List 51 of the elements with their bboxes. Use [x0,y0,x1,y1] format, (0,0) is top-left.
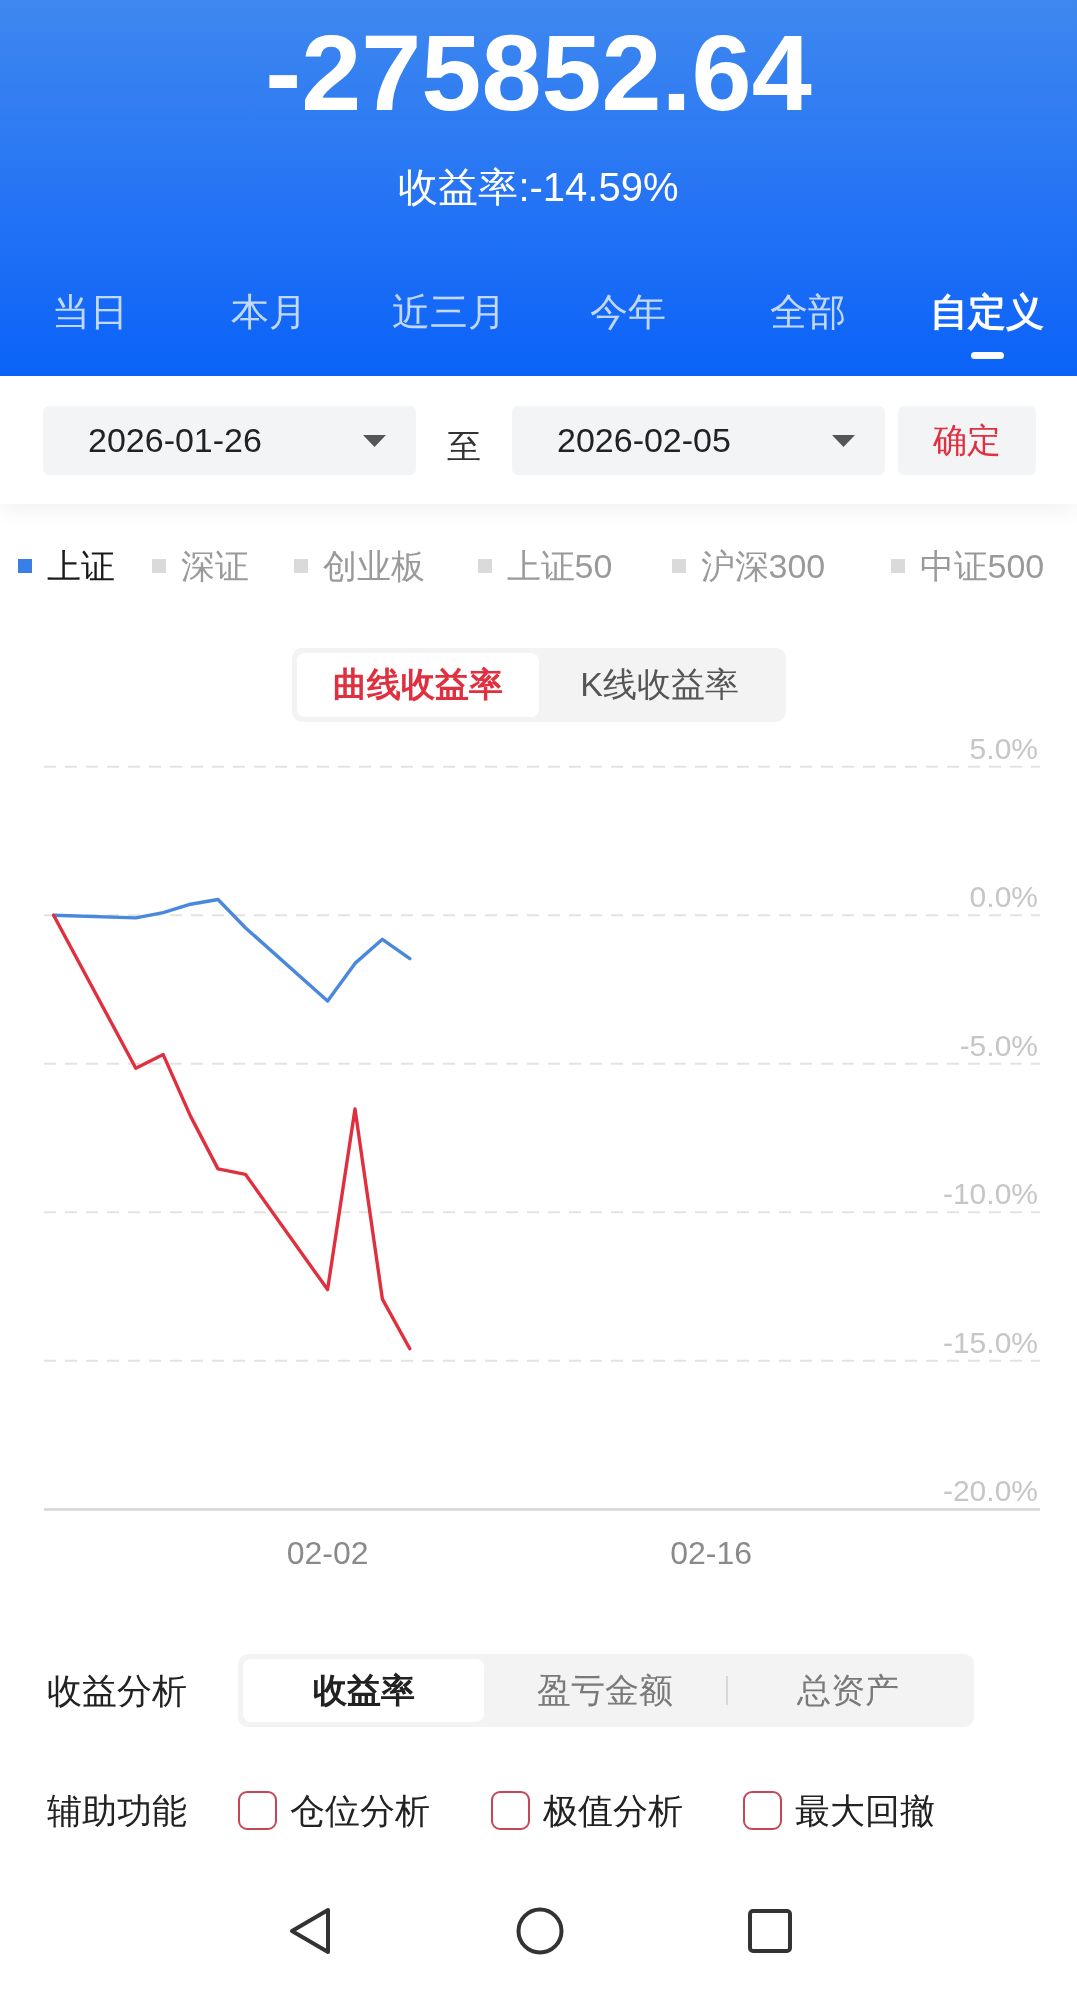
period-tab[interactable]: 全部 [718,276,898,366]
y-axis-label: -20.0% [942,1474,1038,1508]
index-option[interactable]: 中证500 [890,546,1045,586]
index-option[interactable]: 创业板 [293,546,425,586]
checkbox-label: 极值分析 [542,1791,683,1830]
date-dropdown[interactable]: 2026-02-05 [512,406,885,475]
y-axis-label: -10.0% [942,1177,1038,1211]
period-tab[interactable]: 今年 [538,276,718,366]
chart-mode-tab[interactable]: 曲线收益率 [296,653,539,717]
checkbox[interactable] [490,1791,530,1830]
period-tab[interactable]: 当日 [0,276,180,366]
home-icon[interactable] [516,1906,564,1955]
y-axis-label: -15.0% [942,1325,1038,1359]
range-separator: 至 [447,426,481,467]
index-option[interactable]: 深证 [151,546,249,586]
metric-tab[interactable]: 收益率 [243,1659,485,1722]
checkbox[interactable] [238,1791,277,1830]
square-icon [477,559,492,573]
back-icon[interactable] [288,1906,332,1955]
period-tab[interactable]: 近三月 [359,276,539,366]
y-axis-label: 5.0% [969,731,1038,765]
confirm-button[interactable]: 确定 [898,406,1036,475]
caret-icon [832,434,855,447]
chart-mode-tab[interactable]: K线收益率 [538,653,781,717]
period-tab[interactable]: 本月 [179,276,359,366]
x-axis-label: 02-16 [670,1535,753,1571]
tab-indicator [971,352,1005,359]
date-dropdown[interactable]: 2026-01-26 [43,406,416,475]
checkbox-label: 最大回撤 [795,1791,935,1830]
return-rate: 收益率:-14.59% [398,164,679,210]
square-icon [151,559,166,573]
metric-tab[interactable]: 盈亏金额 [484,1659,726,1722]
index-option[interactable]: 上证 [18,546,115,586]
square-icon [890,559,905,573]
index-option[interactable]: 上证50 [477,546,613,586]
recents-icon[interactable] [748,1908,792,1953]
caret-icon [363,434,386,447]
checkbox-label: 仓位分析 [290,1791,430,1830]
y-axis-label: -5.0% [959,1028,1038,1062]
y-axis-label: 0.0% [969,880,1038,914]
index-option[interactable]: 沪深300 [671,546,826,586]
section-label: 辅助功能 [47,1791,187,1830]
section-label: 收益分析 [47,1669,187,1712]
square-icon [18,559,32,573]
square-icon [293,559,308,573]
square-icon [671,559,686,573]
period-tab[interactable]: 自定义 [897,276,1077,366]
checkbox[interactable] [743,1791,782,1830]
x-axis-label: 02-02 [286,1535,369,1571]
profit-loss-amount: -275852.64 [265,19,812,127]
metric-tab[interactable]: 总资产 [727,1659,969,1722]
